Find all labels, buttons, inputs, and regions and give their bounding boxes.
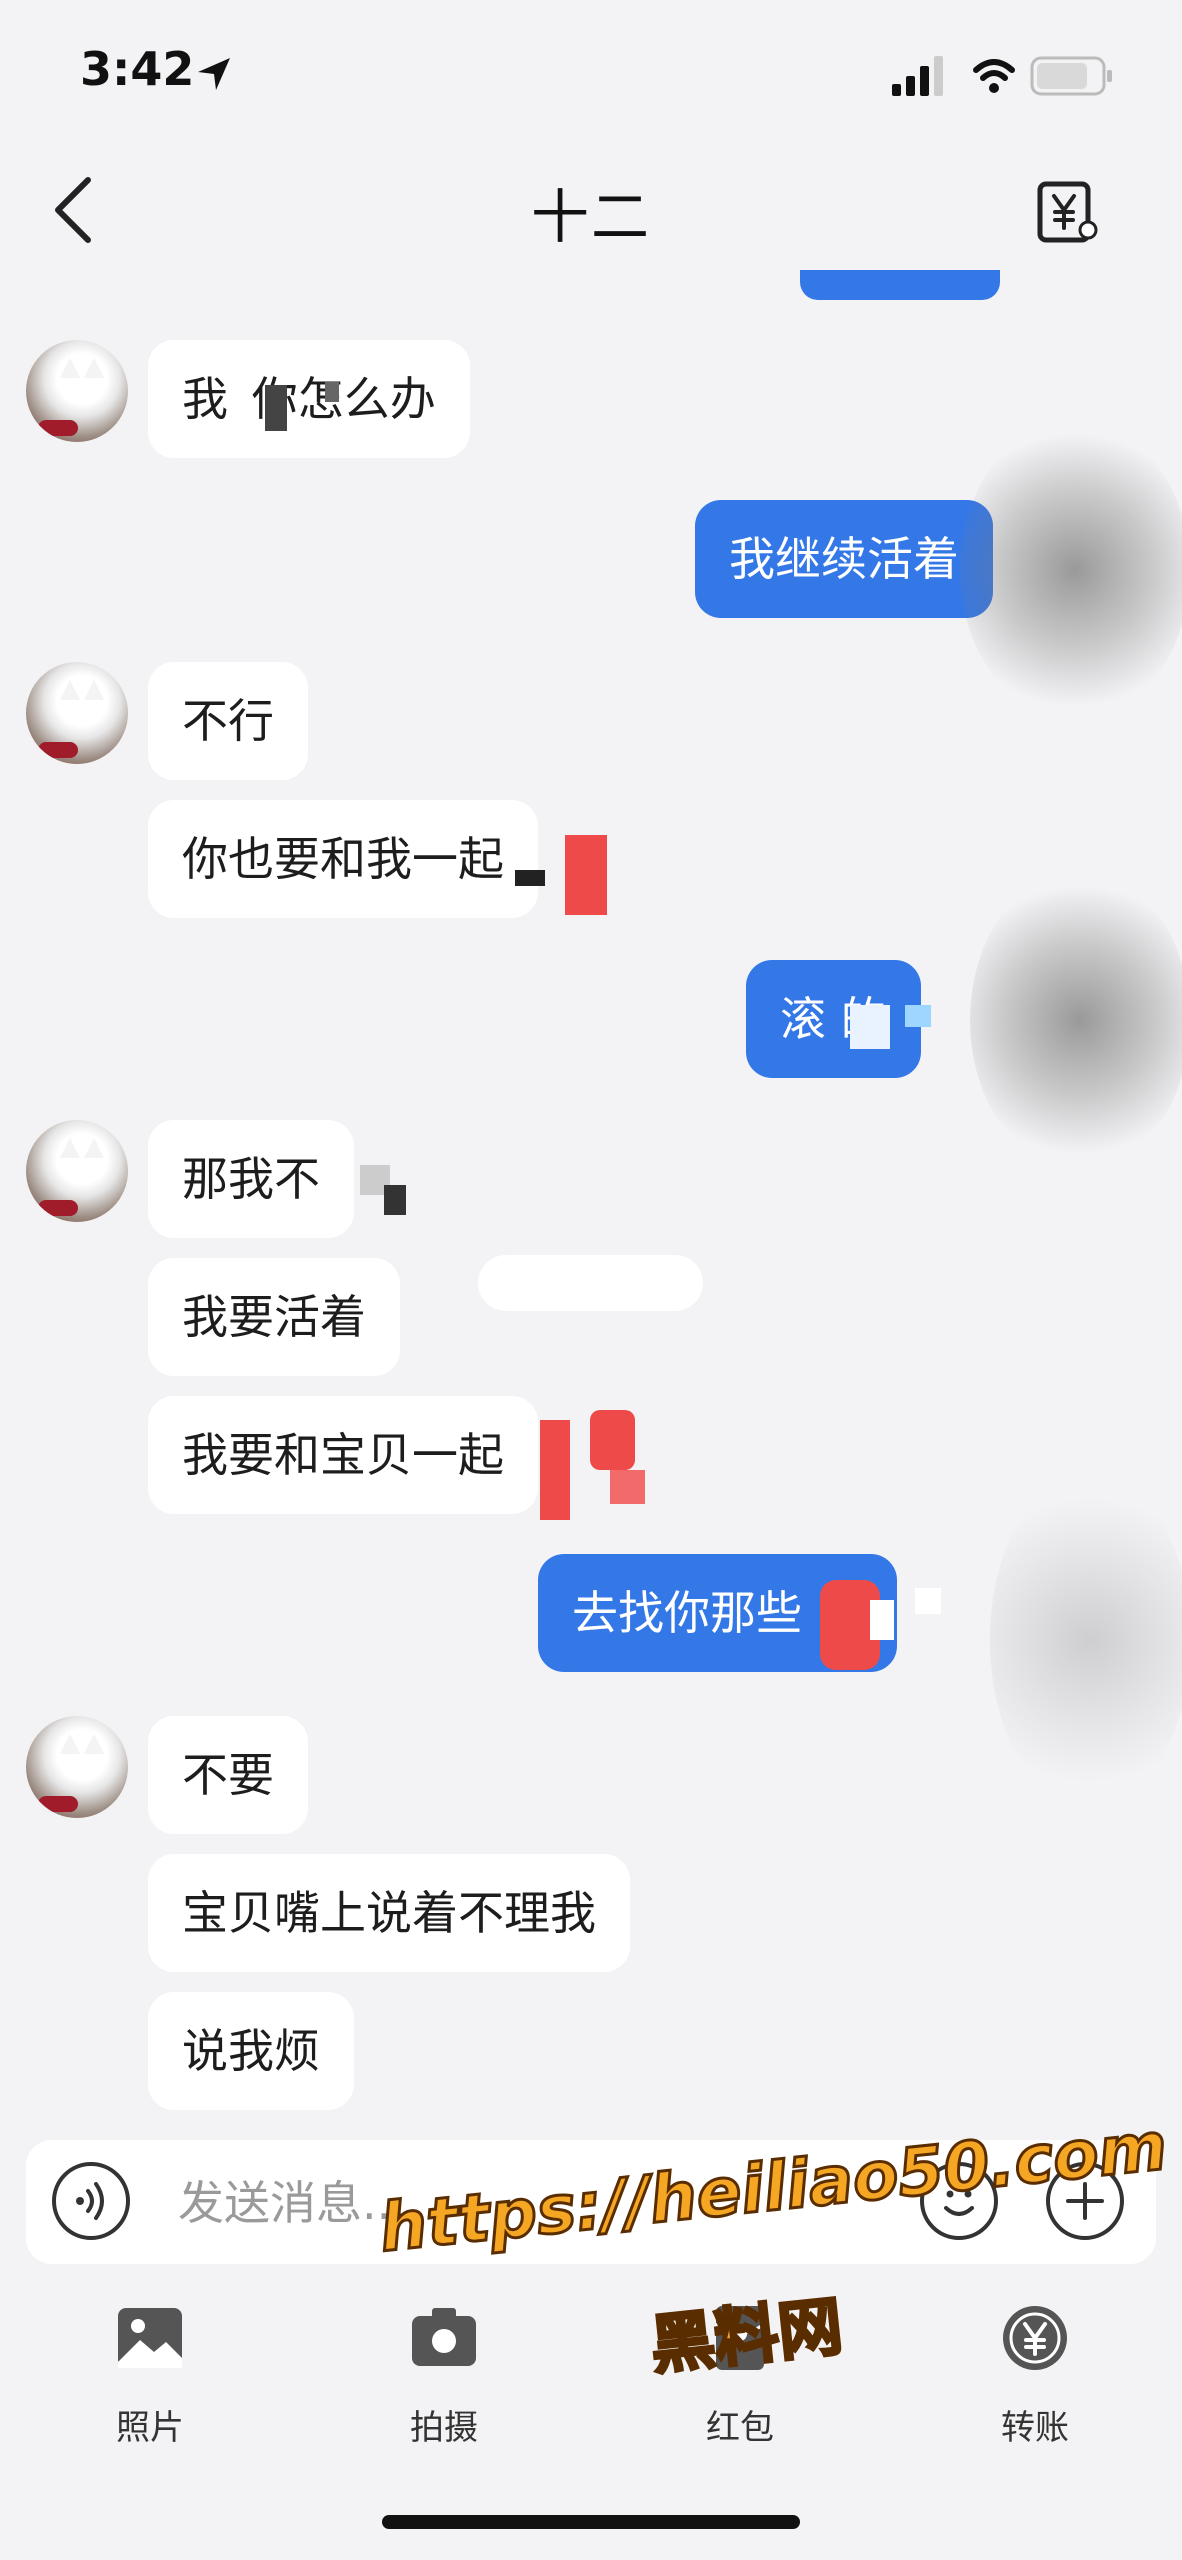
voice-input-button[interactable] bbox=[52, 2162, 130, 2240]
status-bar: 3:42 bbox=[0, 0, 1182, 140]
incoming-message[interactable]: 我要和宝贝一起 bbox=[148, 1396, 538, 1514]
outgoing-message[interactable]: 我继续活着 bbox=[695, 500, 993, 618]
transfer-tool[interactable]: 转账 bbox=[960, 2290, 1110, 2460]
photo-icon bbox=[118, 2308, 182, 2368]
camera-tool[interactable]: 拍摄 bbox=[369, 2290, 519, 2460]
contact-avatar[interactable] bbox=[26, 340, 128, 442]
camera-label: 拍摄 bbox=[410, 2408, 478, 2448]
redaction-block bbox=[870, 1600, 894, 1640]
red-packet-label: 红包 bbox=[706, 2408, 774, 2448]
chat-title: 十二 bbox=[530, 183, 651, 251]
redaction-block bbox=[590, 1410, 635, 1470]
blurred-region bbox=[990, 1470, 1182, 1810]
status-indicators bbox=[892, 52, 1132, 102]
redaction-block bbox=[905, 1005, 931, 1027]
wallet-yuan-icon[interactable] bbox=[1034, 178, 1102, 246]
incoming-message[interactable]: 那我不 bbox=[148, 1120, 354, 1238]
incoming-message[interactable]: 不要 bbox=[148, 1716, 308, 1834]
blurred-region bbox=[970, 870, 1182, 1170]
transfer-yuan-icon bbox=[1003, 2306, 1067, 2370]
status-icons bbox=[892, 56, 1112, 96]
photo-label: 照片 bbox=[116, 2408, 184, 2448]
status-time: 3:42 bbox=[80, 42, 195, 96]
location-arrow-icon bbox=[198, 58, 230, 90]
nav-bar: 十二 bbox=[0, 150, 1182, 270]
contact-avatar[interactable] bbox=[26, 662, 128, 764]
signal-icon bbox=[892, 56, 943, 96]
chat-screen: 3:42 十二 我 你怎么办 我继续活着 不行 你也要和我一起 滚 的 那我不 … bbox=[0, 0, 1182, 2560]
camera-icon bbox=[412, 2308, 476, 2366]
redaction-block bbox=[540, 1420, 570, 1520]
bottom-toolbar: 照片 拍摄 红包 转账 bbox=[0, 2290, 1182, 2490]
redaction-block bbox=[565, 835, 607, 915]
blank-bubble-fragment bbox=[478, 1255, 703, 1311]
redaction-block bbox=[265, 385, 287, 431]
home-indicator[interactable] bbox=[382, 2515, 800, 2529]
blurred-region bbox=[960, 420, 1182, 720]
outgoing-message[interactable]: 滚 的 bbox=[746, 960, 921, 1078]
message-list[interactable]: 我 你怎么办 我继续活着 不行 你也要和我一起 滚 的 那我不 我要活着 我要和… bbox=[0, 270, 1182, 2140]
photo-tool[interactable]: 照片 bbox=[75, 2290, 225, 2460]
incoming-message[interactable]: 你也要和我一起 bbox=[148, 800, 538, 918]
transfer-label: 转账 bbox=[1001, 2408, 1069, 2448]
incoming-message[interactable]: 我 你怎么办 bbox=[148, 340, 470, 458]
redaction-block bbox=[515, 870, 545, 886]
incoming-message[interactable]: 我要活着 bbox=[148, 1258, 400, 1376]
redaction-block bbox=[915, 1588, 941, 1614]
incoming-message[interactable]: 不行 bbox=[148, 662, 308, 780]
redaction-block bbox=[325, 382, 339, 402]
contact-avatar[interactable] bbox=[26, 1120, 128, 1222]
incoming-message[interactable]: 宝贝嘴上说着不理我 bbox=[148, 1854, 630, 1972]
redaction-block bbox=[850, 1005, 890, 1049]
previous-outgoing-bubble-edge bbox=[800, 270, 1000, 300]
battery-icon bbox=[1030, 56, 1112, 96]
incoming-message[interactable]: 说我烦 bbox=[148, 1992, 354, 2110]
redaction-block bbox=[610, 1470, 645, 1504]
wifi-icon bbox=[973, 59, 1015, 93]
redaction-block bbox=[384, 1185, 406, 1215]
voice-wave-icon bbox=[76, 2182, 104, 2220]
contact-avatar[interactable] bbox=[26, 1716, 128, 1818]
